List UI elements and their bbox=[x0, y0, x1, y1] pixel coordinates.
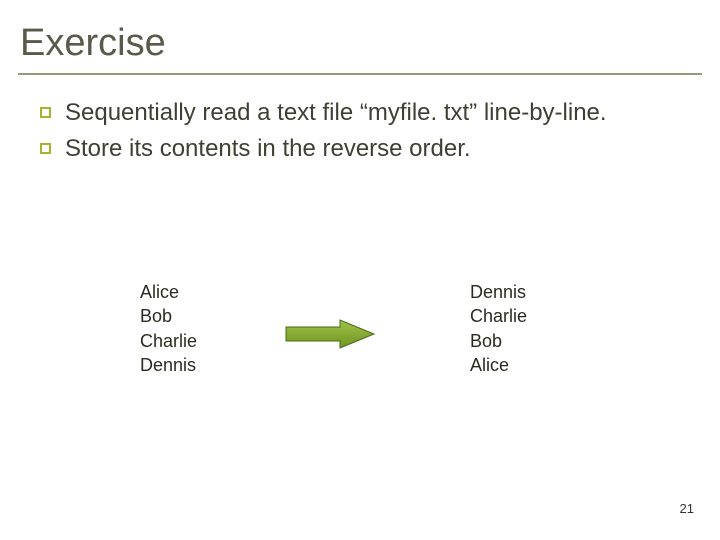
list-item: Dennis bbox=[140, 353, 197, 377]
list-item: Charlie bbox=[140, 329, 197, 353]
list-item: Alice bbox=[140, 280, 197, 304]
bullet-marker-icon bbox=[40, 143, 51, 154]
content-area: Sequentially read a text file “myfile. t… bbox=[0, 75, 720, 166]
list-item: Charlie bbox=[470, 304, 527, 328]
bullet-text: Store its contents in the reverse order. bbox=[65, 133, 471, 165]
output-list: Dennis Charlie Bob Alice bbox=[470, 280, 527, 377]
slide-title: Exercise bbox=[0, 0, 720, 71]
arrow-right-icon bbox=[280, 316, 380, 352]
slide: Exercise Sequentially read a text file “… bbox=[0, 0, 720, 540]
list-item: Alice bbox=[470, 353, 527, 377]
list-item: Dennis bbox=[470, 280, 527, 304]
list-item: Bob bbox=[140, 304, 197, 328]
list-item: Bob bbox=[470, 329, 527, 353]
page-number: 21 bbox=[680, 501, 694, 516]
bullet-text: Sequentially read a text file “myfile. t… bbox=[65, 97, 607, 129]
bullet-item: Store its contents in the reverse order. bbox=[40, 133, 680, 165]
input-list: Alice Bob Charlie Dennis bbox=[140, 280, 197, 377]
bullet-item: Sequentially read a text file “myfile. t… bbox=[40, 97, 680, 129]
example-area: Alice Bob Charlie Dennis Dennis Charlie … bbox=[0, 260, 720, 410]
bullet-marker-icon bbox=[40, 107, 51, 118]
